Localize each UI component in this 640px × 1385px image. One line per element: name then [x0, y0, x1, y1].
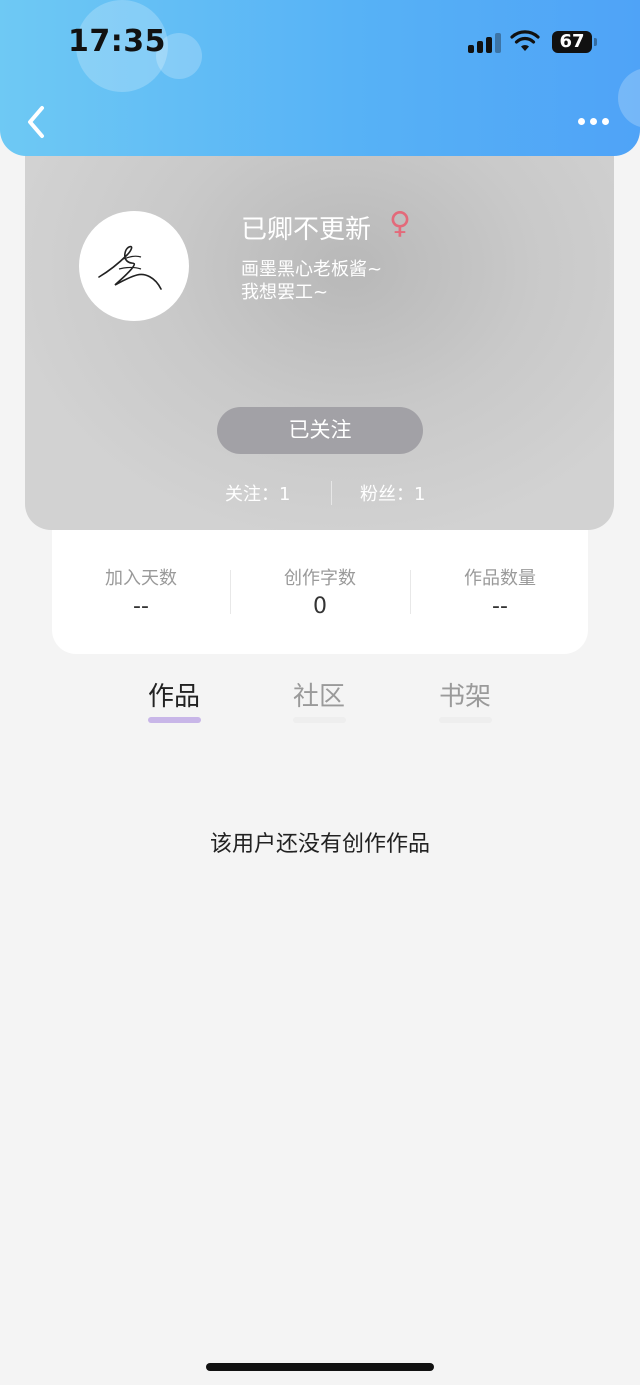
- stat-label: 加入天数: [105, 568, 177, 589]
- following-count[interactable]: 关注：1: [225, 480, 290, 506]
- decorative-bubble: [618, 68, 640, 128]
- tab-community[interactable]: 社区: [293, 676, 345, 713]
- wifi-icon: [510, 30, 540, 51]
- more-dots-icon[interactable]: [576, 116, 612, 128]
- battery-tip: [594, 38, 597, 46]
- stat-label: 创作字数: [284, 568, 356, 589]
- fans-count[interactable]: 粉丝：1: [360, 480, 425, 506]
- bio-line: 我想罢工~: [241, 282, 329, 303]
- divider: [331, 481, 332, 505]
- tab-indicator: [293, 717, 346, 723]
- signal-icon: [468, 33, 502, 53]
- back-chevron-icon[interactable]: [22, 104, 52, 140]
- tab-bookshelf[interactable]: 书架: [439, 676, 491, 713]
- home-indicator[interactable]: [206, 1363, 434, 1371]
- battery-icon: 67: [552, 31, 592, 53]
- following-button[interactable]: 已关注: [217, 407, 423, 454]
- stat-join-days: 加入天数 --: [52, 564, 230, 619]
- profile-card: 已卿不更新 ♀ 画墨黑心老板酱~ 我想罢工~ 已关注 关注：1 粉丝：1: [25, 156, 614, 530]
- stat-label: 作品数量: [464, 568, 536, 589]
- gender-female-icon: ♀: [389, 206, 411, 241]
- username: 已卿不更新: [241, 215, 372, 245]
- avatar[interactable]: [79, 211, 189, 321]
- follow-stats: 关注：1 粉丝：1: [25, 480, 614, 508]
- stat-value: --: [133, 594, 149, 619]
- empty-state-message: 该用户还没有创作作品: [209, 832, 430, 857]
- stat-word-count: 创作字数 0: [231, 564, 409, 619]
- stat-works-count: 作品数量 --: [411, 564, 589, 619]
- status-time: 17:35: [68, 24, 166, 59]
- signature-avatar-image: [98, 245, 162, 290]
- stats-card: 加入天数 -- 创作字数 0 作品数量 --: [52, 530, 588, 654]
- tab-indicator: [439, 717, 492, 723]
- tab-works[interactable]: 作品: [148, 676, 200, 713]
- tab-indicator-active: [148, 717, 201, 723]
- stat-value: 0: [313, 594, 327, 619]
- content-tabs: 作品 社区 书架: [0, 676, 640, 726]
- stat-value: --: [492, 594, 508, 619]
- header-bar: 17:35 67: [0, 0, 640, 156]
